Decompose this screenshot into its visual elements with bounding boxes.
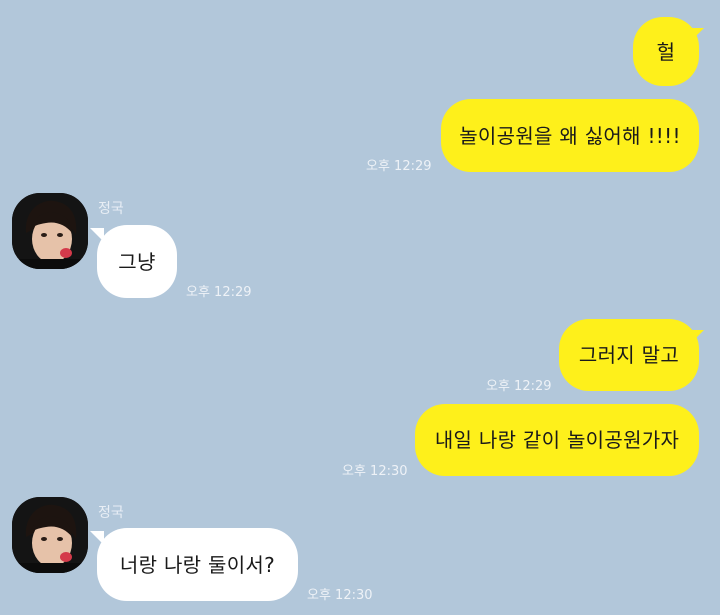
avatar[interactable] xyxy=(12,497,88,573)
message-text: 놀이공원을 왜 싫어해 !!!! xyxy=(459,123,681,148)
message-timestamp: 오후 12:29 xyxy=(486,379,552,394)
bubble-tail xyxy=(90,228,104,242)
their-message-bubble[interactable]: 그냥 xyxy=(97,225,177,298)
message-text: 그러지 말고 xyxy=(578,343,680,367)
message-text: 그냥 xyxy=(118,249,156,274)
bubble-tail xyxy=(90,531,104,545)
my-message-bubble[interactable]: 내일 나랑 같이 놀이공원가자 xyxy=(415,404,699,476)
message-timestamp: 오후 12:30 xyxy=(342,464,408,479)
message-timestamp: 오후 12:29 xyxy=(366,159,432,174)
sender-name: 정국 xyxy=(98,201,124,217)
avatar[interactable] xyxy=(12,193,88,269)
message-text: 헐 xyxy=(656,39,676,64)
message-text: 내일 나랑 같이 놀이공원가자 xyxy=(434,428,680,452)
message-timestamp: 오후 12:29 xyxy=(186,285,252,300)
sender-name: 정국 xyxy=(98,505,124,521)
profile-photo-icon xyxy=(12,193,88,269)
profile-photo-icon xyxy=(12,497,88,573)
my-message-bubble[interactable]: 놀이공원을 왜 싫어해 !!!! xyxy=(441,99,699,172)
message-timestamp: 오후 12:30 xyxy=(307,588,373,603)
their-message-bubble[interactable]: 너랑 나랑 둘이서? xyxy=(97,528,298,601)
message-text: 너랑 나랑 둘이서? xyxy=(119,552,276,577)
bubble-tail xyxy=(690,28,704,42)
my-message-bubble[interactable]: 그러지 말고 xyxy=(559,319,699,391)
bubble-tail xyxy=(690,330,704,344)
